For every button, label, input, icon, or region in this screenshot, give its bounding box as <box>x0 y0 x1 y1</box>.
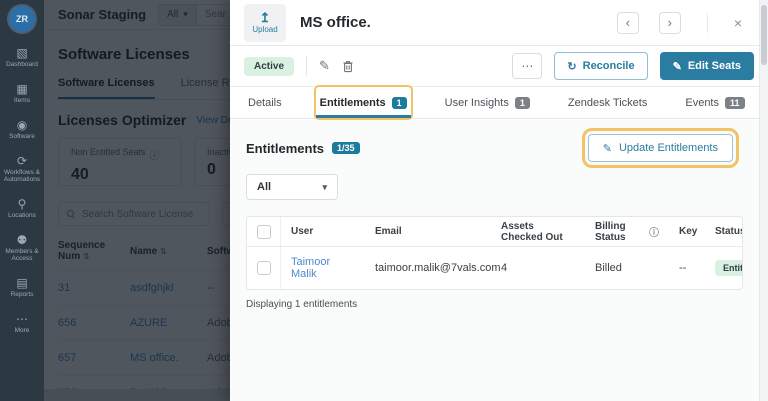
app-sidebar: ZR ▧ Dashboard ▦ Items ◉ Software ⟳ Work… <box>0 0 44 401</box>
ellipsis-icon: ⋯ <box>521 59 534 73</box>
avatar[interactable]: ZR <box>9 6 35 32</box>
refresh-icon: ↻ <box>567 60 577 73</box>
next-record-button[interactable]: › <box>658 11 681 34</box>
section-title: Entitlements <box>246 140 325 156</box>
previous-record-button[interactable]: ‹ <box>616 11 639 34</box>
sidebar-item-reports[interactable]: ▤ Reports <box>0 277 44 298</box>
more-icon: ⋯ <box>16 312 28 326</box>
software-icon: ◉ <box>16 118 28 132</box>
drawer-tabs: Details Entitlements 1 User Insights 1 Z… <box>230 87 768 119</box>
reconcile-button[interactable]: ↻ Reconcile <box>554 52 648 80</box>
drawer-toolbar: Active ✎ ⋯ ↻ Reconcile ✎ Edit Seats <box>230 46 768 87</box>
scrollbar[interactable] <box>759 0 768 401</box>
entitlements-table-header: User Email Assets Checked Out Billing St… <box>247 217 742 247</box>
reports-icon: ▤ <box>16 276 28 290</box>
entitlement-row[interactable]: Taimoor Malik taimoor.malik@7vals.com 4 … <box>247 247 742 289</box>
info-icon: ⓘ <box>649 228 659 239</box>
pencil-icon: ✎ <box>672 60 682 73</box>
sidebar-item-label: Workflows & Automations <box>3 169 41 183</box>
sidebar-item-workflows[interactable]: ⟳ Workflows & Automations <box>0 155 44 183</box>
tab-events[interactable]: Events 11 <box>681 87 748 118</box>
assets-cell: 4 <box>501 262 508 274</box>
key-cell: -- <box>679 262 687 274</box>
tab-user-insights[interactable]: User Insights 1 <box>441 87 534 118</box>
drawer-title: MS office. <box>300 14 371 31</box>
edit-icon[interactable]: ✎ <box>319 58 330 74</box>
chevron-down-icon: ▾ <box>322 181 327 192</box>
divider <box>306 56 308 76</box>
tab-count-badge: 1 <box>391 96 407 109</box>
entitlements-panel: Entitlements 1/35 ✎ Update Entitlements … <box>230 120 759 401</box>
members-icon: ⚉ <box>16 233 28 247</box>
column-header: User <box>291 226 314 237</box>
sidebar-item-items[interactable]: ▦ Items <box>0 83 44 104</box>
upload-icon: ↥ <box>259 10 271 25</box>
entitlements-table: User Email Assets Checked Out Billing St… <box>246 216 743 290</box>
sidebar-item-dashboard[interactable]: ▧ Dashboard <box>0 47 44 68</box>
entitlements-footer-text: Displaying 1 entitlements <box>246 299 358 310</box>
update-entitlements-button[interactable]: ✎ Update Entitlements <box>581 128 740 168</box>
dashboard-icon: ▧ <box>16 46 28 60</box>
pencil-icon: ✎ <box>602 142 612 155</box>
sidebar-item-members[interactable]: ⚉ Members & Access <box>0 234 44 262</box>
column-header: Email <box>375 226 402 237</box>
entitled-badge: Entitled <box>715 260 742 276</box>
status-badge: Active <box>244 56 295 76</box>
upload-button[interactable]: ↥ Upload <box>244 3 286 42</box>
sidebar-item-label: Dashboard <box>6 61 38 68</box>
column-header: Key <box>679 226 698 237</box>
items-icon: ▦ <box>16 82 28 96</box>
sidebar-item-label: Members & Access <box>5 248 39 262</box>
sidebar-item-label: Items <box>14 97 30 104</box>
chevron-left-icon: ‹ <box>625 15 630 30</box>
drawer-header: ↥ Upload MS office. ‹ › × <box>230 0 768 46</box>
tab-zendesk-tickets[interactable]: Zendesk Tickets <box>564 87 651 118</box>
count-badge: 1/35 <box>332 142 360 154</box>
tab-count-badge: 1 <box>514 96 530 109</box>
entitlements-filter-dropdown[interactable]: All ▾ <box>246 174 338 200</box>
sidebar-item-more[interactable]: ⋯ More <box>0 313 44 334</box>
sidebar-item-label: Software <box>9 133 35 140</box>
sidebar-item-label: Locations <box>8 212 36 219</box>
row-checkbox[interactable] <box>256 261 271 275</box>
license-detail-drawer: ↥ Upload MS office. ‹ › × Active ✎ ⋯ ↻ R… <box>230 0 768 401</box>
more-actions-button[interactable]: ⋯ <box>512 53 543 79</box>
tab-entitlements[interactable]: Entitlements 1 <box>315 87 411 118</box>
sidebar-item-label: Reports <box>10 291 34 298</box>
divider <box>706 12 708 33</box>
workflows-icon: ⟳ <box>16 154 28 168</box>
scrollbar-thumb[interactable] <box>761 5 767 65</box>
billing-cell: Billed <box>595 262 622 274</box>
close-icon[interactable]: × <box>734 15 742 31</box>
user-link[interactable]: Taimoor Malik <box>291 256 355 280</box>
location-pin-icon: ⚲ <box>17 197 27 211</box>
column-header: Status <box>715 226 743 237</box>
email-cell: taimoor.malik@7vals.com <box>375 262 501 274</box>
column-header: Assets Checked Out <box>501 220 563 243</box>
edit-seats-button[interactable]: ✎ Edit Seats <box>659 52 754 80</box>
select-all-checkbox[interactable] <box>256 224 271 239</box>
tab-details[interactable]: Details <box>244 87 286 118</box>
trash-icon[interactable] <box>342 60 354 73</box>
sidebar-item-locations[interactable]: ⚲ Locations <box>0 198 44 219</box>
tab-count-badge: 11 <box>725 96 745 109</box>
sidebar-item-label: More <box>14 327 30 334</box>
sidebar-item-software[interactable]: ◉ Software <box>0 119 44 140</box>
column-header: Billing Status ⓘ <box>595 220 659 243</box>
chevron-right-icon: › <box>667 15 672 30</box>
